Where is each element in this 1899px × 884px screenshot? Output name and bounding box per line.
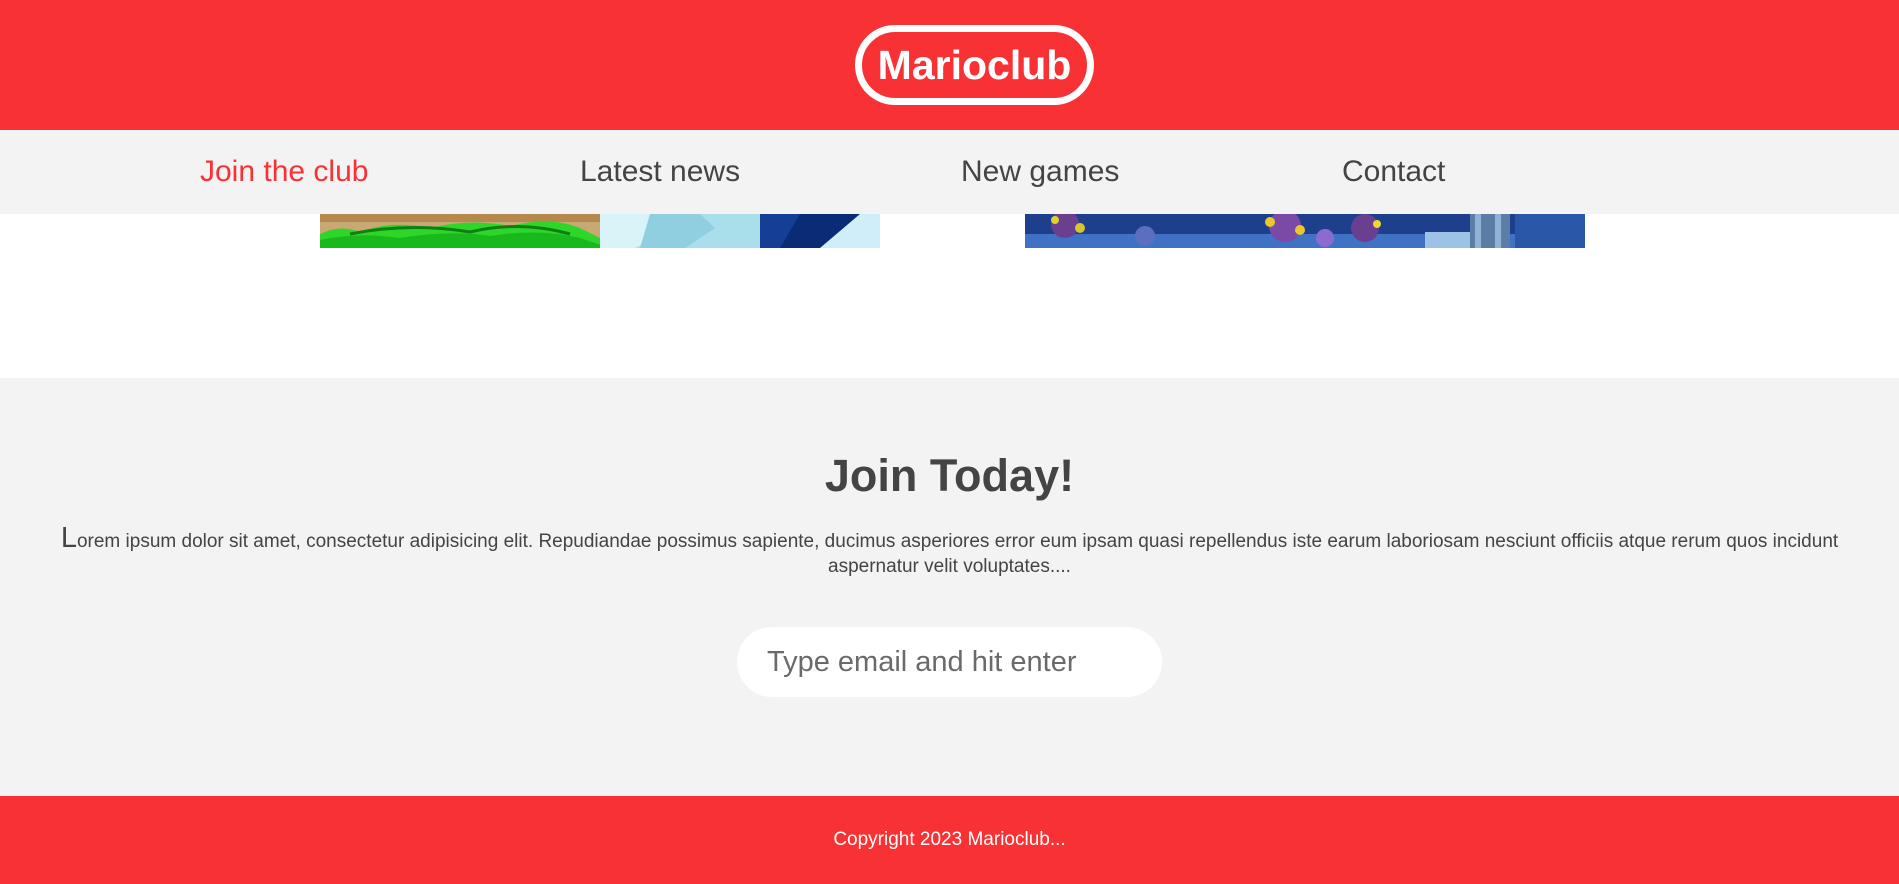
nav-item-join-the-club[interactable]: Join the club	[200, 130, 368, 214]
email-input[interactable]	[737, 627, 1162, 697]
main-nav: Join the club Latest news New games Cont…	[0, 130, 1899, 214]
join-description-first-letter: L	[60, 522, 77, 554]
game-artwork-underwater	[1025, 214, 1585, 248]
game-thumbnail-2	[1025, 214, 1585, 248]
join-title: Join Today!	[824, 450, 1075, 501]
join-description: Lorem ipsum dolor sit amet, consectetur …	[40, 524, 1859, 579]
nav-item-contact[interactable]: Contact	[1342, 130, 1445, 214]
nav-item-latest-news[interactable]: Latest news	[580, 130, 740, 214]
copyright-text: Copyright 2023 Marioclub...	[833, 829, 1066, 850]
site-footer: Copyright 2023 Marioclub...	[0, 796, 1899, 884]
join-section: Join Today! Lorem ipsum dolor sit amet, …	[0, 378, 1899, 796]
game-thumbnail-1	[320, 214, 880, 248]
game-artwork-green-hills	[320, 214, 880, 248]
site-header: Marioclub	[0, 0, 1899, 130]
join-description-text: orem ipsum dolor sit amet, consectetur a…	[76, 531, 1839, 577]
nav-item-new-games[interactable]: New games	[961, 130, 1119, 214]
site-logo[interactable]: Marioclub	[855, 25, 1094, 105]
